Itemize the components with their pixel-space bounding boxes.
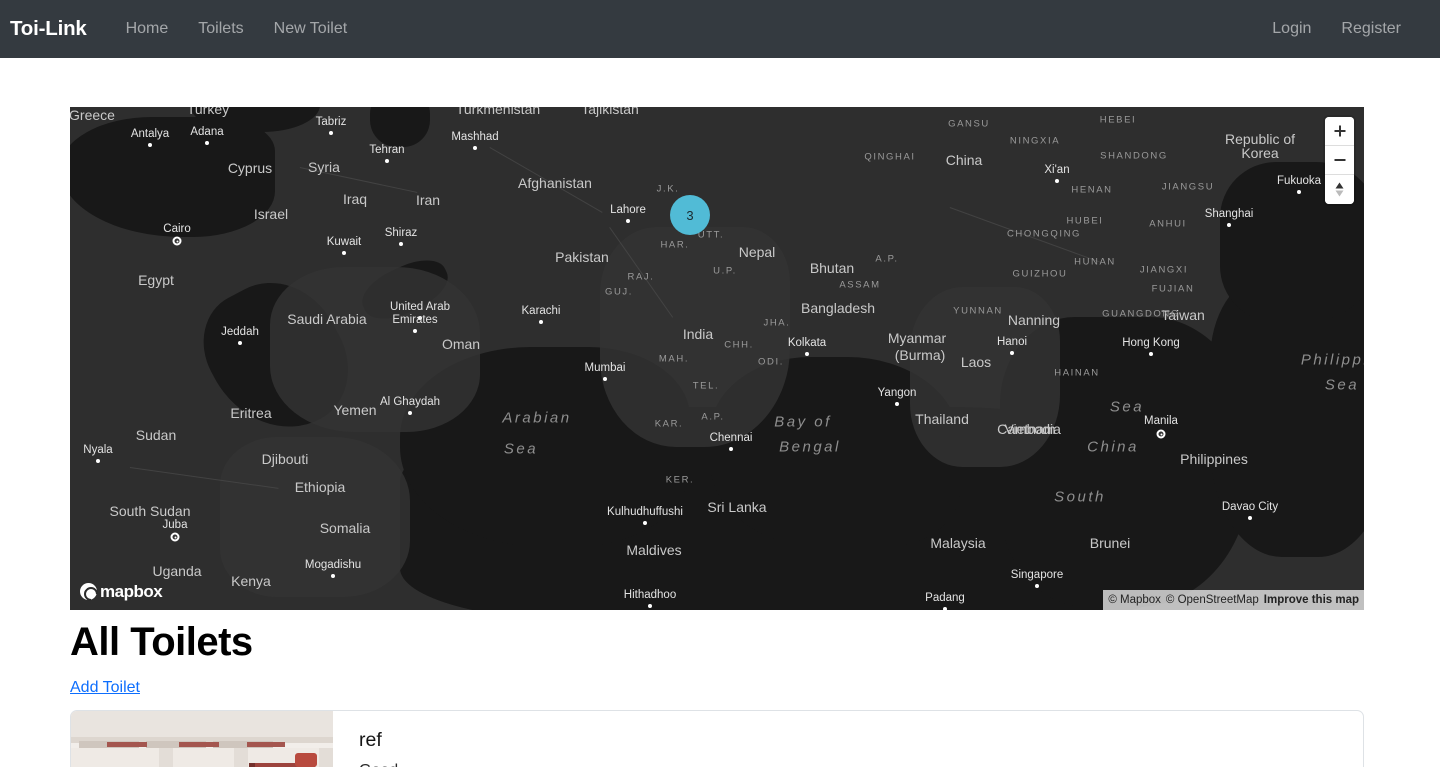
map-city-dot <box>473 146 477 150</box>
map-city-dot <box>1297 190 1301 194</box>
map-land-horn-africa <box>220 437 410 597</box>
map-city-dot <box>399 242 403 246</box>
page-title: All Toilets <box>70 620 253 664</box>
zoom-in-button[interactable] <box>1325 117 1354 146</box>
toilet-thumbnail[interactable] <box>71 711 333 767</box>
nav-link-toilets[interactable]: Toilets <box>183 12 258 46</box>
compass-icon <box>1335 182 1344 197</box>
primary-nav: Home Toilets New Toilet <box>111 12 363 46</box>
map-city-dot <box>342 251 346 255</box>
map-city-dot <box>329 131 333 135</box>
map-capital-dot <box>1156 429 1166 439</box>
map-cluster-marker[interactable]: 3 <box>670 195 710 235</box>
attribution-osm-link[interactable]: © OpenStreetMap <box>1166 592 1259 608</box>
map-city-dot <box>205 141 209 145</box>
map-controls <box>1325 117 1354 204</box>
main-navbar: Toi-Link Home Toilets New Toilet Login R… <box>0 0 1440 58</box>
attribution-improve-link[interactable]: Improve this map <box>1264 592 1359 608</box>
map-canvas[interactable] <box>70 107 1364 610</box>
map-city-dot <box>408 411 412 415</box>
attribution-mapbox-link[interactable]: © Mapbox <box>1108 592 1161 608</box>
add-toilet-link[interactable]: Add Toilet <box>70 679 140 697</box>
map-city-dot <box>238 341 242 345</box>
map-city-dot <box>539 320 543 324</box>
map-city-dot <box>643 521 647 525</box>
map-city-dot <box>805 352 809 356</box>
toilet-card[interactable]: ref Good <box>70 710 1364 767</box>
map-city-dot <box>626 219 630 223</box>
map-land-arabia <box>270 267 480 432</box>
map-city-dot <box>1149 352 1153 356</box>
map-city-dot <box>1248 516 1252 520</box>
map-city-dot <box>385 159 389 163</box>
map-city-dot <box>943 607 947 610</box>
nav-link-login[interactable]: Login <box>1257 12 1326 46</box>
mapbox-wordmark: mapbox <box>100 582 163 601</box>
map-city-dot <box>418 316 422 320</box>
mapbox-mark-icon <box>80 583 97 600</box>
toilet-card-body: ref Good <box>333 711 1363 767</box>
nav-link-home[interactable]: Home <box>111 12 184 46</box>
cluster-count: 3 <box>686 207 694 223</box>
map-land-sea-asia <box>910 287 1060 467</box>
map-city-dot <box>413 329 417 333</box>
page-content: All Toilets Add Toilet ref <box>0 619 1440 767</box>
map-city-dot <box>1055 179 1059 183</box>
map-city-dot <box>1227 223 1231 227</box>
map-city-dot <box>148 143 152 147</box>
map-city-dot <box>729 447 733 451</box>
map-city-dot <box>603 377 607 381</box>
brand-logo[interactable]: Toi-Link <box>10 17 87 41</box>
toilet-rating: Good <box>359 762 1343 767</box>
map-attribution: © Mapbox © OpenStreetMap Improve this ma… <box>1103 590 1364 610</box>
nav-link-new-toilet[interactable]: New Toilet <box>259 12 363 46</box>
map-capital-dot <box>172 236 182 246</box>
map-land-india <box>600 227 790 447</box>
minus-icon <box>1334 159 1345 161</box>
toilet-stalls-image <box>71 711 333 767</box>
mapbox-logo[interactable]: mapbox <box>80 582 163 601</box>
auth-nav: Login Register <box>1257 0 1416 58</box>
plus-icon <box>1334 125 1345 137</box>
map-capital-dot <box>170 532 180 542</box>
map-city-dot <box>648 604 652 608</box>
map-city-dot <box>895 402 899 406</box>
toilet-ref: ref <box>359 729 382 751</box>
map-container[interactable]: Greece Turkey Cyprus Syria Israel Iraq Iran Egy… <box>70 107 1364 610</box>
zoom-out-button[interactable] <box>1325 146 1354 175</box>
map-city-dot <box>331 574 335 578</box>
map-city-dot <box>96 459 100 463</box>
map-city-dot <box>1010 351 1014 355</box>
nav-link-register[interactable]: Register <box>1326 12 1416 46</box>
map-water-mediterranean <box>70 117 275 237</box>
reset-north-button[interactable] <box>1325 175 1354 204</box>
map-city-dot <box>1035 584 1039 588</box>
